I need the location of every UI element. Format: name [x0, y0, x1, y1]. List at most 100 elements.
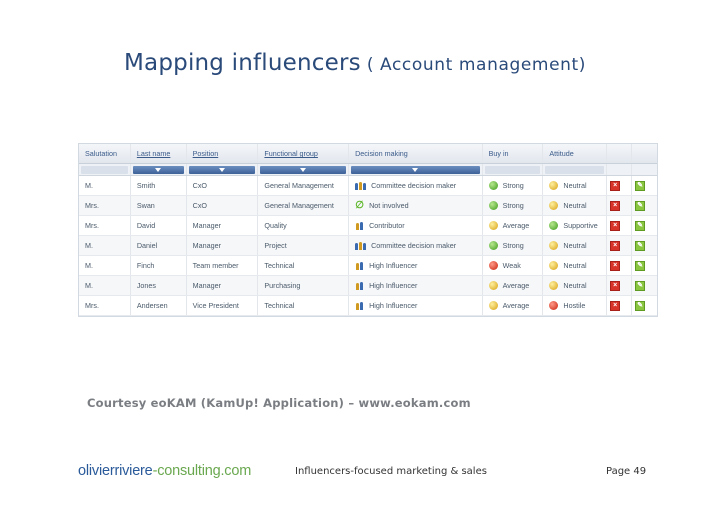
chevron-down-icon[interactable] — [351, 165, 480, 174]
edit-icon[interactable]: ✎ — [635, 200, 646, 211]
cell-buy-in: Average — [483, 216, 544, 235]
edit-icon[interactable]: ✎ — [635, 180, 646, 191]
not-involved-icon: ∅ — [355, 200, 364, 211]
functional-group-text: Purchasing — [264, 281, 301, 290]
buy-in-text: Strong — [502, 181, 524, 190]
cell-functional-group: General Management — [258, 176, 350, 195]
salutation-text: M. — [85, 241, 93, 250]
attitude-status-icon — [549, 281, 559, 290]
cell-last-name: David — [131, 216, 187, 235]
filter-salutation — [79, 164, 131, 175]
cell-decision-making: Contributor — [349, 216, 483, 235]
delete-icon[interactable]: × — [610, 200, 621, 211]
buy-in-status-icon — [488, 281, 498, 290]
slide-title: Mapping influencers( Account management) — [124, 50, 586, 76]
salutation-text: Mrs. — [85, 201, 99, 210]
filter-attitude — [543, 164, 608, 175]
page-number: Page 49 — [606, 466, 647, 477]
delete-icon[interactable]: × — [610, 180, 621, 191]
footer-logo-part1: olivierriviere — [78, 463, 153, 479]
decision-making-text: Committee decision maker — [371, 181, 457, 190]
table-row[interactable]: M. Finch Team member Technical High Influenc… — [79, 256, 657, 276]
position-text: CxO — [192, 201, 208, 210]
cell-delete: × — [607, 216, 633, 235]
buy-in-text: Strong — [502, 201, 524, 210]
decision-making-text: High Influencer — [369, 301, 418, 310]
cell-decision-making: High Influencer — [349, 296, 483, 315]
cell-delete: × — [607, 296, 633, 315]
filter-position-dropdown[interactable] — [187, 164, 259, 175]
delete-icon[interactable]: × — [610, 240, 621, 251]
cell-edit: ✎ — [632, 236, 657, 255]
salutation-text: M. — [85, 261, 93, 270]
decision-making-text: Contributor — [369, 221, 405, 230]
position-text: Manager — [192, 221, 222, 230]
filter-functional-group-dropdown[interactable] — [258, 164, 350, 175]
cell-salutation: Mrs. — [79, 296, 131, 315]
chevron-down-icon[interactable] — [188, 165, 256, 174]
edit-icon[interactable]: ✎ — [635, 220, 646, 231]
cell-attitude: Supportive — [543, 216, 608, 235]
cell-last-name: Andersen — [131, 296, 187, 315]
delete-icon[interactable]: × — [610, 280, 621, 291]
cell-position: CxO — [187, 196, 259, 215]
cell-buy-in: Weak — [483, 256, 544, 275]
edit-icon[interactable]: ✎ — [635, 300, 646, 311]
table-row[interactable]: M. Jones Manager Purchasing High Influencer A… — [79, 276, 657, 296]
cell-delete: × — [607, 196, 633, 215]
cell-functional-group: Quality — [258, 216, 350, 235]
table-row[interactable]: M. Daniel Manager Project Committee decision… — [79, 236, 657, 256]
buy-in-text: Average — [502, 281, 530, 290]
edit-icon[interactable]: ✎ — [635, 240, 646, 251]
header-decision-making[interactable]: Decision making — [349, 144, 483, 163]
header-salutation[interactable]: Salutation — [79, 144, 131, 163]
table-row[interactable]: Mrs. Andersen Vice President Technical High … — [79, 296, 657, 316]
cell-last-name: Swan — [131, 196, 187, 215]
delete-icon[interactable]: × — [610, 300, 621, 311]
chevron-down-icon[interactable] — [132, 165, 184, 174]
salutation-text: M. — [85, 281, 93, 290]
cell-salutation: M. — [79, 256, 131, 275]
delete-icon[interactable]: × — [610, 220, 621, 231]
header-position[interactable]: Position — [187, 144, 259, 163]
high-influencer-icon — [355, 281, 364, 290]
functional-group-text: Quality — [264, 221, 287, 230]
attitude-text: Neutral — [563, 241, 587, 250]
table-row[interactable]: M. Smith CxO General Management Committee de… — [79, 176, 657, 196]
edit-icon[interactable]: ✎ — [635, 280, 646, 291]
filter-decision-making-dropdown[interactable] — [349, 164, 483, 175]
courtesy-note: Courtesy eoKAM (KamUp! Application) – ww… — [87, 396, 471, 410]
slide-title-main: Mapping influencers — [124, 50, 361, 76]
decision-making-text: Not involved — [369, 201, 409, 210]
cell-delete: × — [607, 256, 633, 275]
footer-logo: olivierriviere-consulting.com — [78, 463, 251, 479]
table-row[interactable]: Mrs. Swan CxO General Management ∅ Not involv… — [79, 196, 657, 216]
buy-in-text: Strong — [502, 241, 524, 250]
filter-last-name-dropdown[interactable] — [131, 164, 187, 175]
grid-header-row: Salutation Last name Position Functional… — [79, 144, 657, 164]
cell-attitude: Neutral — [543, 196, 608, 215]
cell-salutation: M. — [79, 276, 131, 295]
cell-functional-group: General Management — [258, 196, 350, 215]
delete-icon[interactable]: × — [610, 260, 621, 271]
attitude-text: Hostile — [563, 301, 586, 310]
cell-salutation: M. — [79, 176, 131, 195]
cell-last-name: Daniel — [131, 236, 187, 255]
header-attitude[interactable]: Attitude — [543, 144, 608, 163]
cell-last-name: Finch — [131, 256, 187, 275]
edit-icon[interactable]: ✎ — [635, 260, 646, 271]
chevron-down-icon[interactable] — [260, 165, 347, 174]
table-row[interactable]: Mrs. David Manager Quality Contributor Averag… — [79, 216, 657, 236]
header-last-name[interactable]: Last name — [131, 144, 187, 163]
committee-icon — [355, 181, 367, 190]
filter-buy-in — [483, 164, 544, 175]
attitude-status-icon — [549, 241, 559, 250]
salutation-text: M. — [85, 181, 93, 190]
header-action-2 — [632, 144, 657, 163]
header-functional-group[interactable]: Functional group — [258, 144, 350, 163]
header-buy-in[interactable]: Buy in — [483, 144, 544, 163]
last-name-text: Daniel — [136, 241, 158, 250]
slide-title-sub: ( Account management) — [366, 55, 587, 75]
cell-edit: ✎ — [632, 256, 657, 275]
attitude-text: Supportive — [563, 221, 598, 230]
